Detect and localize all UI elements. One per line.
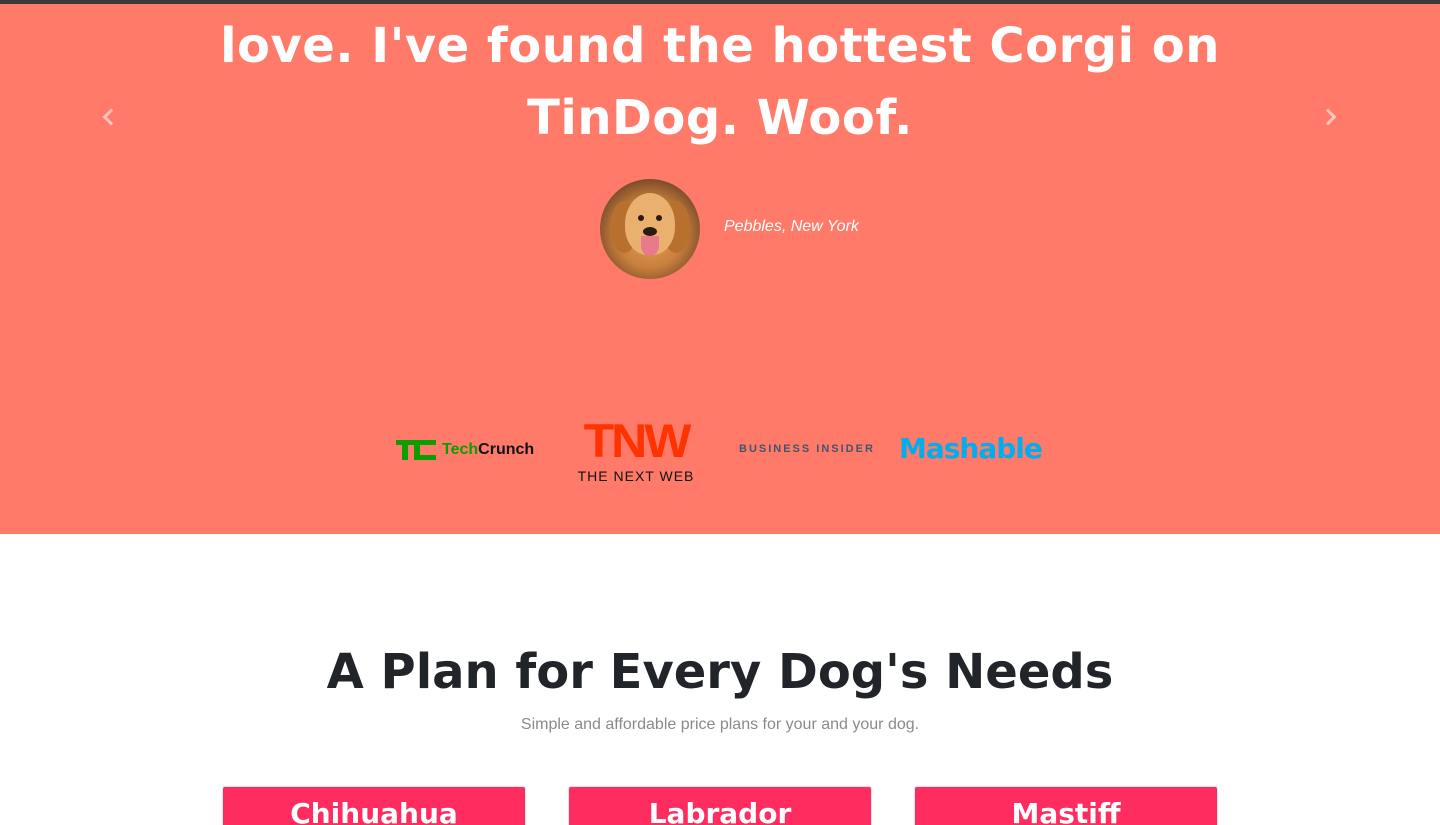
plan-card-chihuahua: Chihuahua [222,786,526,825]
testimonial-quote: love. I've found the hottest Corgi on Ti… [220,18,1220,146]
pricing-title: A Plan for Every Dog's Needs [326,644,1114,700]
plan-name: Labrador [648,797,792,825]
mashable-logo: Mashable [899,432,1043,465]
pricing-subtitle: Simple and affordable price plans for yo… [520,716,920,733]
techcrunch-mark-icon [396,440,436,460]
techcrunch-logo: TechCrunch [396,440,534,460]
tnw-logo-text: THE NEXT WEB [577,468,695,484]
techcrunch-text-tech: Tech [442,441,479,458]
chevron-right-icon [1319,108,1337,126]
plan-name: Mastiff [1011,797,1121,825]
dog-avatar-icon [600,179,700,279]
tnw-logo-mark: TNW [583,414,692,468]
testimonial-section: love. I've found the hottest Corgi on Ti… [0,4,1440,534]
chevron-left-icon [102,108,120,126]
carousel-next-button[interactable] [1316,102,1346,132]
techcrunch-text-crunch: Crunch [478,441,535,458]
plan-card-mastiff: Mastiff [914,786,1218,825]
plan-name: Chihuahua [290,797,458,825]
testimonial-author: Pebbles, New York [724,218,859,235]
business-insider-logo: BUSINESS INSIDER [739,443,875,455]
tnw-logo: TNW THE NEXT WEB [564,416,708,484]
plan-card-labrador: Labrador [568,786,872,825]
carousel-prev-button[interactable] [93,102,123,132]
